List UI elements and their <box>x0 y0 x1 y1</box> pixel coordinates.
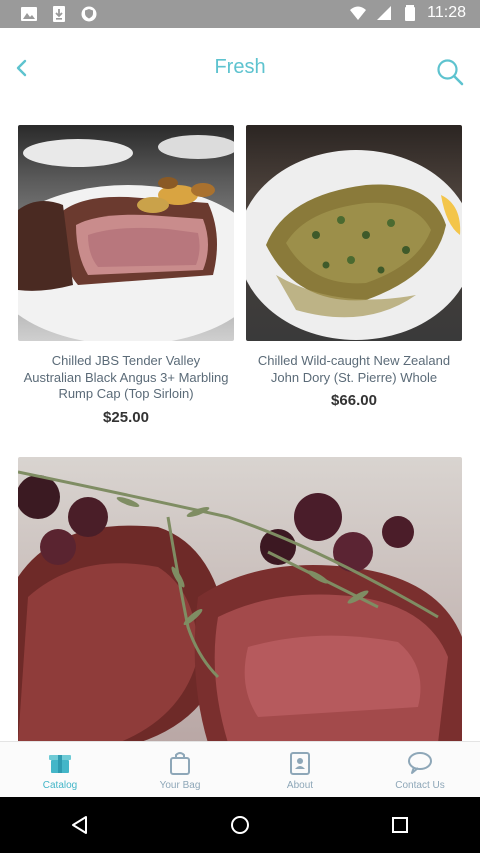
product-image-fish[interactable] <box>246 125 462 341</box>
wifi-icon <box>350 6 367 20</box>
recents-square-icon <box>392 817 408 833</box>
product-card[interactable]: Chilled Wild-caught New Zealand John Dor… <box>246 125 462 409</box>
product-name: Chilled Wild-caught New Zealand John Dor… <box>257 353 451 385</box>
shield-icon <box>81 6 97 22</box>
about-icon <box>290 752 310 775</box>
nav-home-button[interactable] <box>212 797 268 853</box>
bag-icon <box>170 752 190 775</box>
status-right: 11:28 <box>349 4 466 22</box>
status-left-icons <box>20 5 98 23</box>
nav-back-button[interactable] <box>52 797 108 853</box>
product-card[interactable]: Chilled JBS Tender Valley Australian Bla… <box>18 125 234 426</box>
product-price: $66.00 <box>331 392 377 409</box>
product-price: $25.00 <box>103 408 149 426</box>
status-bar: 11:28 <box>0 0 480 28</box>
catalog-icon <box>49 755 71 773</box>
product-image-steak[interactable] <box>18 125 234 341</box>
battery-icon <box>405 5 416 21</box>
search-icon <box>437 59 464 86</box>
nav-recents-button[interactable] <box>372 797 428 853</box>
signal-icon <box>377 6 392 20</box>
page-title: Fresh <box>214 56 266 78</box>
bottom-tab-bar: Catalog Your Bag About Contact Us <box>0 741 480 797</box>
product-image-beef-berries[interactable] <box>18 457 462 743</box>
home-circle-icon <box>231 816 249 834</box>
fish-photo <box>246 125 462 341</box>
tab-label: Catalog <box>42 780 78 791</box>
tab-catalog[interactable]: Catalog <box>0 742 120 797</box>
tab-label: About <box>286 780 314 791</box>
download-icon <box>53 6 65 22</box>
search-button[interactable] <box>434 56 466 88</box>
steak-photo <box>18 125 234 341</box>
tab-label: Contact Us <box>395 780 445 791</box>
tab-your-bag[interactable]: Your Bag <box>120 742 240 797</box>
tab-contact-us[interactable]: Contact Us <box>360 742 480 797</box>
image-icon <box>21 7 37 21</box>
tab-label: Your Bag <box>159 780 201 791</box>
tab-about[interactable]: About <box>240 742 360 797</box>
product-name: Chilled JBS Tender Valley Australian Bla… <box>23 353 229 401</box>
back-triangle-icon <box>72 816 87 834</box>
chat-bubble-icon <box>408 752 432 774</box>
screen: 11:28 Fresh Chilled JBS Tender Valley Au… <box>0 0 480 853</box>
app-bar: Fresh <box>0 28 480 108</box>
beef-berries-photo <box>18 457 462 743</box>
status-time: 11:28 <box>427 4 466 21</box>
android-nav-bar <box>0 797 480 853</box>
